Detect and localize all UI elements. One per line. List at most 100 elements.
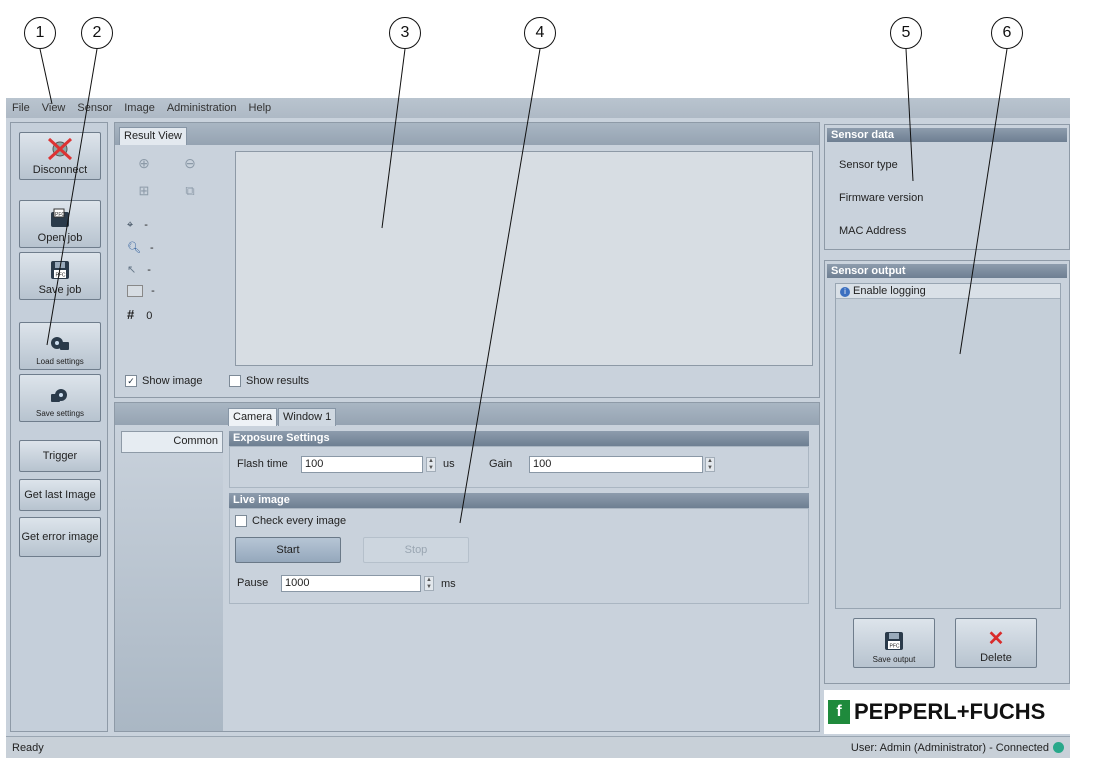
application-window: File View Sensor Image Administration He… bbox=[6, 98, 1070, 758]
menu-help[interactable]: Help bbox=[243, 102, 278, 114]
flash-time-label: Flash time bbox=[237, 458, 288, 470]
check-every-image-checkbox[interactable]: Check every image bbox=[235, 515, 347, 528]
start-button[interactable]: Start bbox=[235, 537, 341, 563]
svg-text:PFC: PFC bbox=[55, 212, 65, 218]
stat-pointer-value: - bbox=[147, 264, 151, 276]
stat-pointer: ↖ - bbox=[127, 263, 151, 276]
position-icon: ⌖ bbox=[127, 219, 134, 231]
stat-zoom-value: - bbox=[150, 242, 154, 254]
trigger-button[interactable]: Trigger bbox=[19, 440, 101, 472]
show-results-label: Show results bbox=[246, 375, 309, 387]
pause-input[interactable]: 1000 bbox=[281, 575, 421, 592]
stat-position: ⌖ - bbox=[127, 219, 148, 232]
get-last-image-button[interactable]: Get last Image bbox=[19, 479, 101, 511]
gain-label: Gain bbox=[489, 458, 513, 470]
floppy-icon: PFC bbox=[51, 261, 69, 279]
callout-2: 2 bbox=[81, 17, 113, 49]
info-icon: i bbox=[840, 287, 850, 297]
status-bar: Ready User: Admin (Administrator) - Conn… bbox=[6, 736, 1070, 758]
connection-text: User: Admin (Administrator) - Connected bbox=[850, 741, 1049, 754]
delete-button[interactable]: ✕ Delete bbox=[955, 618, 1037, 668]
disconnect-icon bbox=[47, 137, 73, 161]
connected-indicator-icon bbox=[1053, 742, 1064, 754]
menu-sensor[interactable]: Sensor bbox=[71, 102, 118, 114]
show-results-check-icon bbox=[229, 375, 241, 388]
mac-address-label: MAC Address bbox=[839, 225, 907, 237]
save-output-label: Save output bbox=[872, 655, 916, 664]
zoom-out-icon[interactable]: ⊖ bbox=[175, 155, 205, 177]
status-connection: User: Admin (Administrator) - Connected bbox=[851, 742, 1064, 754]
save-output-button[interactable]: PFC Save output bbox=[853, 618, 935, 668]
disconnect-button[interactable]: Disconnect bbox=[19, 132, 101, 180]
svg-text:PFC: PFC bbox=[890, 644, 900, 650]
output-log-area[interactable] bbox=[835, 283, 1061, 609]
firmware-version-label: Firmware version bbox=[839, 192, 924, 204]
open-folder-icon: PFC bbox=[51, 208, 69, 227]
save-job-button[interactable]: PFC Save job bbox=[19, 252, 101, 300]
callout-5: 5 bbox=[890, 17, 922, 49]
tab-window-1[interactable]: Window 1 bbox=[278, 408, 337, 426]
side-item-common-label: Common bbox=[173, 435, 218, 447]
menu-file[interactable]: File bbox=[6, 102, 36, 114]
tab-result-view[interactable]: Result View bbox=[119, 127, 187, 145]
open-job-button[interactable]: PFC Open job bbox=[19, 200, 101, 248]
sensor-type-label: Sensor type bbox=[839, 159, 898, 171]
load-settings-button[interactable]: Load settings bbox=[19, 322, 101, 370]
callout-6: 6 bbox=[991, 17, 1023, 49]
delete-x-icon: ✕ bbox=[987, 628, 1005, 650]
live-image-header: Live image bbox=[229, 493, 809, 508]
zoom-icon: 🔍︎ bbox=[127, 242, 141, 254]
tab-camera[interactable]: Camera bbox=[228, 408, 278, 426]
check-every-image-check-icon bbox=[235, 515, 247, 528]
flash-time-spinner[interactable]: ▲ ▼ bbox=[426, 457, 436, 472]
stat-position-value: - bbox=[144, 219, 148, 231]
get-error-image-button[interactable]: Get error image bbox=[19, 517, 101, 557]
sensor-data-header: Sensor data bbox=[827, 128, 1067, 142]
trigger-label: Trigger bbox=[42, 450, 78, 462]
pointer-icon: ↖ bbox=[127, 264, 137, 276]
hash-icon: # bbox=[127, 307, 135, 322]
menu-view[interactable]: View bbox=[36, 102, 72, 114]
gain-spinner[interactable]: ▲ ▼ bbox=[705, 457, 715, 472]
flash-time-input[interactable]: 100 bbox=[301, 456, 423, 473]
settings-tabstrip bbox=[115, 403, 819, 425]
sensor-output-panel: Sensor output i Enable logging PFC Save o… bbox=[824, 260, 1070, 684]
open-job-label: Open job bbox=[37, 232, 83, 244]
show-results-checkbox[interactable]: Show results bbox=[229, 375, 309, 388]
zoom-in-icon[interactable]: ⊕ bbox=[129, 155, 159, 177]
stat-count-value: 0 bbox=[146, 310, 153, 322]
pause-label: Pause bbox=[237, 577, 269, 589]
load-settings-label: Load settings bbox=[36, 357, 84, 366]
stat-zoom: 🔍︎ - bbox=[127, 241, 154, 254]
load-settings-icon bbox=[51, 337, 69, 350]
pause-unit: ms bbox=[441, 578, 456, 590]
result-view-tabstrip bbox=[115, 123, 819, 145]
gain-input[interactable]: 100 bbox=[529, 456, 703, 473]
result-view-panel: Result View ⊕ ⊖ ⊞ ⧉ ⌖ - 🔍︎ - ↖ - - # 0 ✓… bbox=[114, 122, 820, 398]
pause-spinner[interactable]: ▲ ▼ bbox=[424, 576, 434, 591]
sensor-data-panel: Sensor data Sensor type Firmware version… bbox=[824, 124, 1070, 250]
stat-count: # 0 bbox=[127, 307, 152, 322]
menu-administration[interactable]: Administration bbox=[161, 102, 243, 114]
enable-logging-label: Enable logging bbox=[853, 285, 926, 297]
side-item-common[interactable]: Common bbox=[121, 431, 223, 453]
save-job-label: Save job bbox=[38, 284, 82, 296]
enable-logging-row[interactable]: i Enable logging bbox=[836, 284, 1060, 299]
fit-to-window-icon[interactable]: ⊞ bbox=[129, 183, 159, 205]
settings-side-list bbox=[115, 425, 223, 731]
image-display-area[interactable] bbox=[235, 151, 813, 366]
menu-image[interactable]: Image bbox=[118, 102, 161, 114]
show-image-check-icon: ✓ bbox=[125, 375, 137, 388]
get-last-image-label: Get last Image bbox=[24, 489, 96, 501]
show-image-label: Show image bbox=[142, 375, 203, 387]
save-settings-icon bbox=[51, 389, 67, 402]
stop-button[interactable]: Stop bbox=[363, 537, 469, 563]
save-settings-button[interactable]: Save settings bbox=[19, 374, 101, 422]
actual-size-icon[interactable]: ⧉ bbox=[175, 183, 205, 205]
status-text: Ready bbox=[12, 741, 44, 754]
menu-bar: File View Sensor Image Administration He… bbox=[6, 98, 1070, 118]
get-error-image-label: Get error image bbox=[21, 531, 99, 543]
logo-text: PEPPERL+FUCHS bbox=[854, 699, 1046, 724]
check-every-image-label: Check every image bbox=[252, 515, 347, 527]
show-image-checkbox[interactable]: ✓ Show image bbox=[125, 375, 203, 388]
